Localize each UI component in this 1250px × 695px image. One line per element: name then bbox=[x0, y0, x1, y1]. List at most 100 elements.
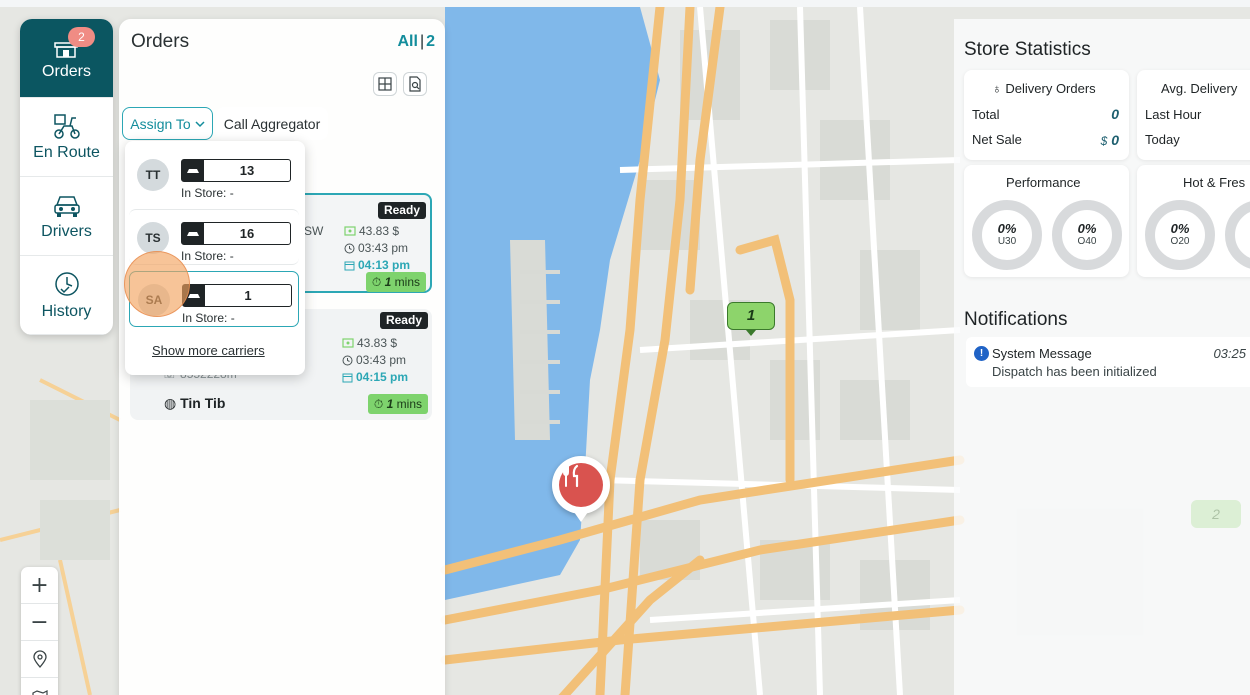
donut-percent: 0% bbox=[997, 221, 1017, 236]
order-time-placed: 03:43 pm bbox=[344, 241, 408, 255]
search-document-button[interactable] bbox=[403, 72, 427, 96]
performance-donut-u30: 0% U30 bbox=[972, 200, 1042, 270]
click-indicator bbox=[124, 251, 190, 317]
call-aggregator-label: Call Aggregator bbox=[223, 115, 321, 132]
order-amount: 43.83 $ bbox=[344, 224, 399, 238]
avg-delivery-box: Avg. Delivery Last Hour Today bbox=[1137, 70, 1250, 160]
notifications-title: Notifications bbox=[964, 309, 1068, 330]
notification-item[interactable]: ! System Message Dispatch has been initi… bbox=[966, 337, 1250, 387]
call-aggregator-button[interactable]: Call Aggregator bbox=[216, 107, 328, 140]
order-time-due: 04:13 pm bbox=[344, 258, 410, 272]
carrier-option[interactable]: TT 13 In Store: - bbox=[129, 147, 299, 203]
calendar-icon bbox=[342, 373, 353, 382]
order-amount-value: 43.83 $ bbox=[357, 336, 398, 350]
store-name-text: Tin Tib bbox=[180, 395, 226, 411]
net-sale-value: $ 0 bbox=[1101, 132, 1119, 148]
nav-orders[interactable]: 2 Orders bbox=[20, 19, 113, 98]
total-value: 0 bbox=[1111, 106, 1119, 122]
store-statistics-title: Store Statistics bbox=[964, 39, 1091, 60]
order-amount-value: 43.83 $ bbox=[359, 224, 400, 238]
info-icon: ! bbox=[974, 346, 989, 361]
minutes-badge: ⏱ 1 mins bbox=[365, 272, 426, 292]
restaurant-pin[interactable] bbox=[552, 456, 610, 514]
donut-key: O40 bbox=[1077, 236, 1097, 247]
plus-icon: + bbox=[30, 572, 49, 598]
car-icon bbox=[182, 223, 204, 244]
carrier-count: 1 bbox=[244, 288, 252, 303]
donut-percent: 0% bbox=[1170, 221, 1190, 236]
order-time-due-value: 04:13 pm bbox=[358, 258, 411, 272]
faded-marker-count: 2 bbox=[1212, 506, 1220, 522]
hot-fresh-box: Hot & Fres 0% O20 bbox=[1137, 165, 1250, 277]
chevron-down-icon bbox=[195, 120, 205, 127]
minutes-unit: mins bbox=[396, 397, 422, 411]
assign-to-dropdown[interactable]: Assign To bbox=[122, 107, 213, 140]
zoom-in-button[interactable]: + bbox=[21, 567, 58, 604]
bag-icon: ♁ bbox=[992, 81, 1002, 96]
show-more-carriers-link[interactable]: Show more carriers bbox=[152, 343, 265, 358]
donut-key: U30 bbox=[997, 236, 1017, 247]
notification-body: Dispatch has been initialized bbox=[992, 364, 1157, 379]
hot-fresh-label: Hot & Fres bbox=[1183, 175, 1246, 190]
notification-time: 03:25 bbox=[1213, 346, 1246, 361]
status-badge: Ready bbox=[377, 202, 426, 219]
car-icon bbox=[53, 196, 80, 217]
minutes-unit: mins bbox=[394, 275, 420, 289]
clock-icon bbox=[344, 243, 355, 253]
performance-label: Performance bbox=[1006, 175, 1081, 190]
orders-count-badge: 2 bbox=[68, 27, 95, 47]
last-hour-label: Last Hour bbox=[1145, 107, 1202, 122]
zoom-out-button[interactable]: − bbox=[21, 604, 58, 641]
carrier-quantity[interactable]: 13 bbox=[181, 159, 291, 182]
carrier-quantity[interactable]: 1 bbox=[182, 284, 292, 307]
cash-icon bbox=[342, 338, 354, 348]
order-time-placed-value: 03:43 pm bbox=[358, 241, 409, 255]
map-zoom-controls: + − bbox=[21, 567, 58, 695]
performance-donut-o40: 0% O40 bbox=[1052, 200, 1122, 270]
split-view-button[interactable] bbox=[373, 72, 397, 96]
timer-icon: ⏱ bbox=[371, 275, 382, 289]
stats-panel: Store Statistics ♁ Delivery Orders Total… bbox=[954, 19, 1250, 695]
nav-history-label: History bbox=[41, 303, 92, 320]
main-nav: 2 Orders En Route Drivers History bbox=[20, 19, 113, 335]
order-amount: 43.83 $ bbox=[342, 336, 397, 350]
total-label: Total bbox=[972, 107, 1000, 122]
performance-box: Performance 0% U30 0% O40 bbox=[964, 165, 1129, 277]
delivery-orders-box: ♁ Delivery Orders Total 0 Net Sale $ 0 bbox=[964, 70, 1129, 160]
delivery-orders-label: ♁ Delivery Orders bbox=[992, 81, 1096, 96]
status-badge: Ready bbox=[379, 312, 428, 329]
orders-filter-all[interactable]: All | 2 bbox=[397, 33, 435, 51]
order-time-due: 04:15 pm bbox=[342, 370, 408, 384]
document-search-icon bbox=[409, 76, 421, 92]
nav-history[interactable]: History bbox=[20, 256, 113, 335]
restaurant-pin-pointer bbox=[574, 512, 588, 522]
nav-drivers[interactable]: Drivers bbox=[20, 177, 113, 256]
orders-all-count: 2 bbox=[426, 33, 435, 50]
order-time-due-value: 04:15 pm bbox=[356, 370, 409, 384]
order-time-placed-value: 03:43 pm bbox=[356, 353, 407, 367]
minutes-value: 1 bbox=[384, 275, 392, 289]
nav-en-route[interactable]: En Route bbox=[20, 98, 113, 177]
calendar-icon bbox=[344, 261, 355, 270]
minutes-badge: ⏱ 1 mins bbox=[367, 394, 428, 414]
clock-check-icon bbox=[54, 272, 79, 296]
timer-icon: ⏱ bbox=[373, 397, 384, 411]
carrier-instore: In Store: - bbox=[181, 249, 234, 263]
store-globe-icon: ◍ bbox=[164, 395, 177, 411]
carrier-avatar: TT bbox=[137, 159, 169, 191]
today-label: Today bbox=[1145, 132, 1180, 147]
carrier-count: 13 bbox=[239, 163, 255, 178]
map-top-strip bbox=[0, 0, 1250, 7]
scooter-icon bbox=[53, 114, 80, 139]
locate-button[interactable] bbox=[21, 641, 58, 678]
carrier-count: 16 bbox=[239, 226, 255, 241]
orders-title: Orders bbox=[131, 31, 190, 52]
carrier-avatar: TS bbox=[137, 222, 169, 254]
faded-map-marker: 2 bbox=[1191, 500, 1241, 528]
map-layers-button[interactable] bbox=[21, 678, 58, 695]
driver-marker-pointer bbox=[746, 330, 756, 336]
store-name: ◍ Tin Tib bbox=[164, 395, 225, 412]
carrier-quantity[interactable]: 16 bbox=[181, 222, 291, 245]
driver-marker[interactable]: 1 bbox=[727, 302, 775, 330]
location-pin-icon bbox=[32, 650, 47, 668]
